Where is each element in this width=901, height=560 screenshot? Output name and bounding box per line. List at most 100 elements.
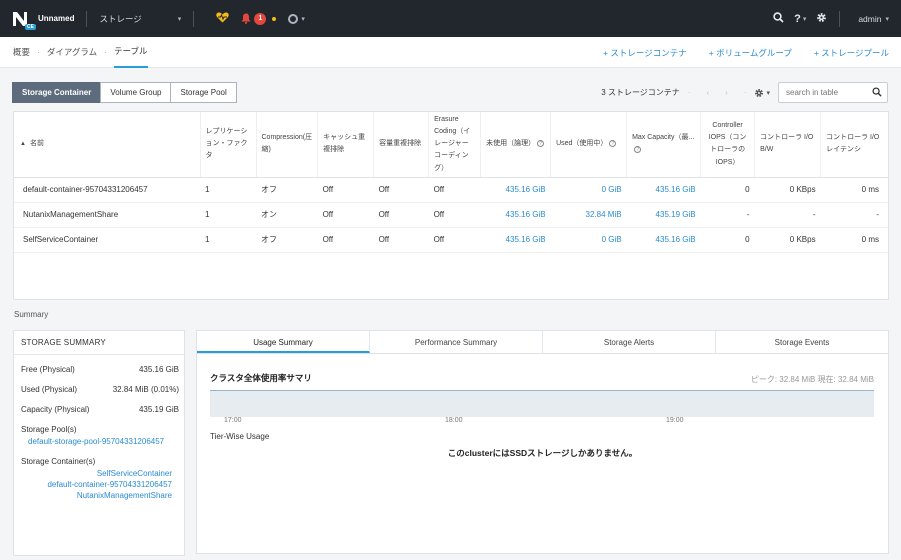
prev-page-icon[interactable]: ‹ bbox=[706, 88, 709, 97]
tab-storage-pool[interactable]: Storage Pool bbox=[170, 82, 237, 103]
table-row[interactable]: SelfServiceContainer 1 オフ Off Off Off 43… bbox=[14, 227, 888, 253]
usage-chart-title: クラスタ全体使用率サマリ bbox=[210, 373, 312, 383]
cell-name[interactable]: SelfServiceContainer bbox=[14, 227, 200, 253]
cell-free-logical[interactable]: 435.16 GiB bbox=[480, 227, 551, 253]
chevron-down-icon: ▾ bbox=[802, 15, 807, 23]
cell-free-logical[interactable]: 435.16 GiB bbox=[480, 202, 551, 228]
column-header-controller-io-bw[interactable]: コントローラ I/O B/W bbox=[754, 112, 822, 178]
capacity-value: 435.19 GiB bbox=[138, 405, 179, 414]
cell-free-logical[interactable]: 435.16 GiB bbox=[480, 177, 551, 203]
cell-replication-factor: 1 bbox=[200, 177, 256, 203]
usage-area-chart[interactable] bbox=[210, 390, 874, 417]
table-row[interactable]: NutanixManagementShare 1 オン Off Off Off … bbox=[14, 202, 888, 228]
column-header-erasure-coding[interactable]: Erasure Coding（イレージャーコーディング） bbox=[428, 112, 482, 178]
help-icon[interactable]: ? bbox=[634, 146, 642, 154]
alerts-button[interactable]: 1 bbox=[241, 12, 277, 25]
x-tick-label: 17:00 bbox=[224, 417, 242, 424]
entity-type-tabs: Storage Container Volume Group Storage P… bbox=[12, 82, 237, 103]
used-label: Used (Physical) bbox=[21, 385, 78, 394]
tab-overview[interactable]: 概要 bbox=[13, 46, 30, 58]
cell-used[interactable]: 0 GiB bbox=[550, 177, 627, 203]
add-storage-container-link[interactable]: + ストレージコンテナ bbox=[603, 47, 687, 59]
storage-pools-label: Storage Pool(s) bbox=[21, 425, 77, 434]
cell-controller-iops: - bbox=[700, 202, 755, 228]
column-header-replication-factor[interactable]: レプリケーション・ファクタ bbox=[200, 112, 257, 178]
tab-table[interactable]: テーブル bbox=[114, 37, 148, 68]
cell-max-capacity[interactable]: 435.19 GiB bbox=[626, 202, 701, 228]
tab-storage-events[interactable]: Storage Events bbox=[716, 331, 888, 353]
table-row[interactable]: default-container-95704331206457 1 オフ Of… bbox=[14, 177, 888, 203]
column-header-max-capacity[interactable]: Max Capacity（最... ? bbox=[626, 112, 702, 178]
tab-storage-container[interactable]: Storage Container bbox=[12, 82, 102, 103]
column-header-name[interactable]: ▲ 名前 bbox=[14, 112, 201, 178]
sub-navigation: 概要 · ダイアグラム · テーブル + ストレージコンテナ + ボリュームグル… bbox=[0, 37, 901, 68]
gear-icon[interactable] bbox=[816, 12, 827, 25]
search-icon[interactable] bbox=[773, 12, 784, 25]
chevron-down-icon: ▾ bbox=[885, 15, 889, 23]
cell-name[interactable]: default-container-95704331206457 bbox=[14, 177, 200, 203]
cell-max-capacity[interactable]: 435.16 GiB bbox=[626, 227, 701, 253]
separator: · bbox=[687, 88, 691, 97]
divider bbox=[839, 10, 841, 27]
storage-pool-link[interactable]: default-storage-pool-95704331206457 bbox=[28, 437, 164, 446]
username: admin bbox=[858, 13, 882, 24]
tier-wise-usage-title: Tier-Wise Usage bbox=[210, 432, 270, 441]
column-header-controller-io-latency[interactable]: コントローラ I/O レイテンシ bbox=[820, 112, 888, 178]
storage-container-link[interactable]: NutanixManagementShare bbox=[77, 491, 172, 500]
divider bbox=[86, 10, 88, 27]
warning-dot-icon bbox=[272, 16, 277, 21]
add-volume-group-link[interactable]: + ボリュームグループ bbox=[709, 47, 792, 59]
cell-max-capacity[interactable]: 435.16 GiB bbox=[626, 177, 701, 203]
column-header-cache-dedup[interactable]: キャッシュ重複排除 bbox=[317, 112, 375, 178]
cell-controller-iops: 0 bbox=[700, 227, 755, 253]
user-menu[interactable]: admin ▾ bbox=[852, 14, 889, 24]
cell-controller-io-latency: 0 ms bbox=[820, 177, 888, 203]
tab-performance-summary[interactable]: Performance Summary bbox=[370, 331, 543, 353]
cell-controller-io-bw: 0 KBps bbox=[754, 177, 821, 203]
column-header-used[interactable]: Used（使用中）? bbox=[550, 112, 628, 178]
cell-erasure-coding: Off bbox=[428, 177, 481, 203]
column-header-free-logical[interactable]: 未使用（論理）? bbox=[480, 112, 552, 178]
health-heart-icon[interactable] bbox=[216, 12, 230, 25]
cell-used[interactable]: 0 GiB bbox=[550, 227, 627, 253]
cell-compression: オン bbox=[256, 202, 318, 228]
panel-title: STORAGE SUMMARY bbox=[14, 331, 184, 355]
column-header-controller-iops[interactable]: Controller IOPS（コントローラの IOPS） bbox=[700, 112, 756, 178]
search-input[interactable] bbox=[779, 83, 869, 102]
alert-count-badge: 1 bbox=[254, 12, 267, 25]
cell-controller-io-latency: - bbox=[820, 202, 888, 228]
cell-capacity-dedup: Off bbox=[373, 177, 429, 203]
search-icon[interactable] bbox=[872, 87, 882, 97]
top-navigation-bar: CE Unnamed ストレージ ▾ 1 ▾ ? ▾ admin ▾ bbox=[0, 0, 901, 37]
tab-usage-summary[interactable]: Usage Summary bbox=[197, 331, 370, 353]
tab-diagram[interactable]: ダイアグラム bbox=[47, 46, 97, 58]
capacity-label: Capacity (Physical) bbox=[21, 405, 90, 414]
tab-storage-alerts[interactable]: Storage Alerts bbox=[543, 331, 716, 353]
used-value: 32.84 MiB (0.01%) bbox=[112, 385, 179, 394]
help-icon[interactable]: ? bbox=[537, 140, 545, 148]
add-storage-pool-link[interactable]: + ストレージプール bbox=[814, 47, 889, 59]
column-header-capacity-dedup[interactable]: 容量重複排除 bbox=[373, 112, 430, 178]
help-icon[interactable]: ? bbox=[609, 140, 617, 148]
question-icon: ? bbox=[794, 12, 801, 25]
storage-container-link[interactable]: default-container-95704331206457 bbox=[47, 480, 172, 489]
nutanix-logo[interactable]: CE Unnamed bbox=[12, 11, 74, 30]
table-header-row: ▲ 名前 レプリケーション・ファクタ Compression(圧縮) キャッシュ重… bbox=[14, 112, 888, 178]
table-settings-button[interactable]: ▾ bbox=[754, 88, 770, 98]
cell-capacity-dedup: Off bbox=[373, 202, 429, 228]
cell-name[interactable]: NutanixManagementShare bbox=[14, 202, 200, 228]
chevron-down-icon: ▾ bbox=[766, 89, 770, 97]
storage-container-link[interactable]: SelfServiceContainer bbox=[97, 469, 172, 478]
tab-volume-group[interactable]: Volume Group bbox=[100, 82, 172, 103]
next-page-icon[interactable]: › bbox=[725, 88, 728, 97]
x-tick-label: 19:00 bbox=[666, 417, 684, 424]
help-button[interactable]: ? ▾ bbox=[794, 13, 806, 25]
tasks-button[interactable]: ▾ bbox=[288, 13, 305, 24]
separator: · bbox=[104, 47, 108, 57]
column-header-compression[interactable]: Compression(圧縮) bbox=[256, 112, 319, 178]
separator: · bbox=[743, 88, 747, 97]
cell-used[interactable]: 32.84 MiB bbox=[550, 202, 627, 228]
main-menu-dropdown[interactable]: ストレージ ▾ bbox=[99, 13, 181, 25]
table-search bbox=[778, 82, 888, 103]
cell-capacity-dedup: Off bbox=[373, 227, 429, 253]
